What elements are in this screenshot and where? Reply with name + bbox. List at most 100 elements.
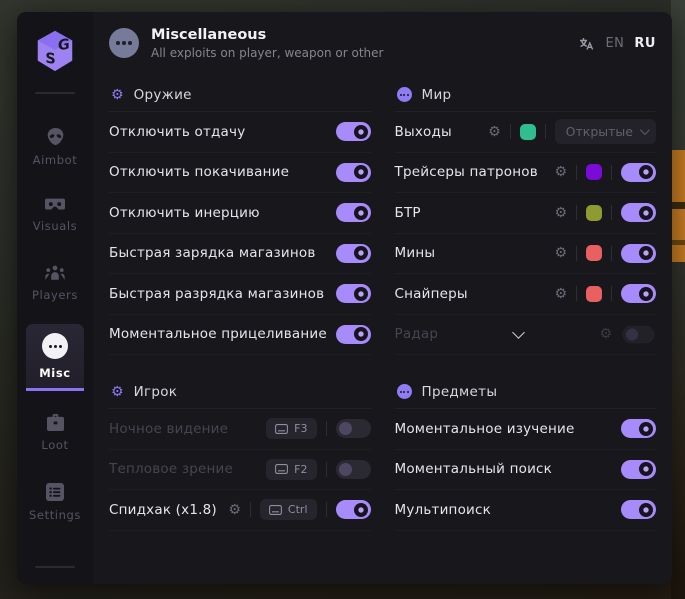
section-items-header: Предметы: [395, 375, 657, 409]
lang-option-en[interactable]: EN: [605, 36, 624, 51]
translate-icon: [578, 35, 595, 52]
toggle[interactable]: [621, 460, 656, 479]
color-swatch[interactable]: [586, 205, 602, 221]
setting-row-mines: Мины ⚙: [395, 234, 657, 275]
content-area: Miscellaneous All exploits on player, we…: [93, 12, 672, 584]
right-column: Мир Выходы ⚙ Открытые: [395, 74, 657, 531]
setting-row-exits: Выходы ⚙ Открытые: [395, 112, 657, 153]
setting-row-fast-reload: Быстрая зарядка магазинов: [109, 234, 371, 275]
toggle[interactable]: [621, 203, 656, 222]
left-column: ⚙ Оружие Отключить отдачу Отключить пока…: [109, 74, 371, 531]
sidebar-item-settings[interactable]: Settings: [26, 474, 84, 530]
setting-row-instant-search: Моментальный поиск: [395, 450, 657, 491]
sidebar-item-label: Players: [32, 288, 78, 302]
page-subtitle: All exploits on player, weapon or other: [151, 46, 383, 60]
gear-icon: ⚙: [111, 385, 124, 399]
setting-row-fast-unload: Быстрая разрядка магазинов: [109, 274, 371, 315]
row-label: Трейсеры патронов: [395, 164, 538, 180]
row-label: Отключить инерцию: [109, 205, 260, 221]
toggle[interactable]: [336, 325, 371, 344]
gear-icon[interactable]: ⚙: [228, 503, 241, 517]
sidebar-item-players[interactable]: Players: [26, 255, 84, 310]
section-title: Предметы: [422, 384, 498, 400]
hotkey-badge[interactable]: F3: [266, 418, 316, 439]
keyboard-icon: [269, 505, 282, 515]
section-player: ⚙ Игрок Ночное видение F3: [109, 375, 371, 531]
setting-row-night-vision: Ночное видение F3: [109, 409, 371, 450]
sidebar-divider-bottom: [35, 566, 75, 568]
row-label: Выходы: [395, 124, 452, 140]
control-separator: [326, 502, 327, 517]
toggle[interactable]: [621, 163, 656, 182]
toggle[interactable]: [336, 419, 371, 438]
toggle[interactable]: [621, 284, 656, 303]
setting-row-instant-aim: Моментальное прицеливание: [109, 315, 371, 356]
color-swatch[interactable]: [586, 245, 602, 261]
toggle[interactable]: [621, 244, 656, 263]
hotkey-badge[interactable]: Ctrl: [260, 499, 317, 520]
toggle[interactable]: [336, 284, 371, 303]
control-separator: [611, 165, 612, 180]
game-background-sign: [672, 150, 685, 262]
setting-row-no-inertia: Отключить инерцию: [109, 193, 371, 234]
language-switcher: EN RU: [578, 35, 656, 52]
sidebar-item-label: Aimbot: [33, 153, 78, 167]
toggle[interactable]: [621, 500, 656, 519]
svg-text:G: G: [58, 37, 70, 55]
sidebar-item-label: Visuals: [33, 219, 78, 233]
sidebar-item-loot[interactable]: Loot: [26, 405, 84, 460]
row-label: Моментальное прицеливание: [109, 326, 327, 342]
color-swatch[interactable]: [586, 286, 602, 302]
ellipsis-circle-icon: [109, 28, 139, 58]
gear-icon[interactable]: ⚙: [488, 125, 501, 139]
section-weapon: ⚙ Оружие Отключить отдачу Отключить пока…: [109, 78, 371, 355]
gear-icon[interactable]: ⚙: [554, 246, 567, 260]
page-title: Miscellaneous: [151, 27, 383, 43]
gear-icon[interactable]: ⚙: [554, 206, 567, 220]
hotkey-badge[interactable]: F2: [266, 459, 316, 480]
row-label: Снайперы: [395, 286, 468, 302]
sidebar-item-label: Misc: [39, 366, 70, 380]
toggle[interactable]: [336, 163, 371, 182]
toggle[interactable]: [336, 460, 371, 479]
exits-dropdown[interactable]: Открытые: [555, 119, 656, 144]
row-label: Ночное видение: [109, 421, 228, 437]
gear-icon[interactable]: ⚙: [554, 165, 567, 179]
sidebar-item-misc[interactable]: Misc: [26, 324, 84, 391]
control-separator: [326, 421, 327, 436]
items-icon: [397, 384, 412, 399]
radar-expander-area: [438, 332, 599, 337]
ellipsis-icon: [42, 333, 68, 359]
sidebar-item-label: Settings: [29, 508, 81, 522]
toggle[interactable]: [336, 203, 371, 222]
toggle[interactable]: [336, 244, 371, 263]
lang-option-ru[interactable]: RU: [634, 36, 656, 51]
row-label: Быстрая зарядка магазинов: [109, 245, 315, 261]
page-header-text: Miscellaneous All exploits on player, we…: [151, 27, 383, 60]
section-player-header: ⚙ Игрок: [109, 375, 371, 409]
toggle[interactable]: [336, 122, 371, 141]
control-separator: [576, 205, 577, 220]
sidebar-item-visuals[interactable]: Visuals: [26, 189, 84, 241]
sidebar-divider-top: [35, 92, 75, 94]
gear-icon: ⚙: [111, 88, 124, 102]
sidebar: S G Aimbot Visuals: [17, 12, 93, 584]
gear-icon[interactable]: ⚙: [554, 287, 567, 301]
color-swatch[interactable]: [586, 164, 602, 180]
section-title: Оружие: [134, 87, 192, 103]
sidebar-item-aimbot[interactable]: Aimbot: [26, 118, 84, 175]
control-separator: [250, 502, 251, 517]
control-separator: [611, 205, 612, 220]
chevron-down-icon[interactable]: [512, 326, 525, 339]
control-separator: [576, 286, 577, 301]
color-swatch[interactable]: [520, 124, 536, 140]
control-separator: [510, 124, 511, 139]
setting-row-multisearch: Мультипоиск: [395, 490, 657, 531]
gear-icon[interactable]: ⚙: [599, 327, 612, 341]
toggle[interactable]: [621, 419, 656, 438]
svg-text:S: S: [45, 51, 55, 68]
toggle[interactable]: [622, 326, 654, 343]
sidebar-item-label: Loot: [41, 438, 68, 452]
game-background: [671, 0, 685, 599]
toggle[interactable]: [336, 500, 371, 519]
